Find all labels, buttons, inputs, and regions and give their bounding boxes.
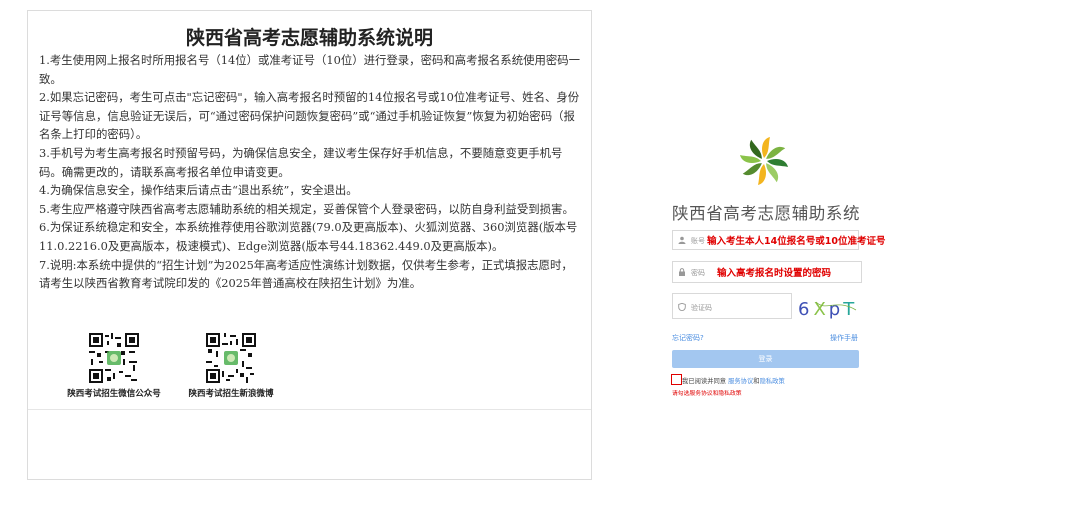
agree-warning: 请勾选服务协议和隐私政策 xyxy=(672,391,742,397)
manual-link[interactable]: 操作手册 xyxy=(830,333,858,343)
forgot-password-link[interactable]: 忘记密码? xyxy=(672,333,704,343)
captcha-char-1: 6 xyxy=(798,299,811,320)
notice-item-6: 6.为保证系统稳定和安全，本系统推荐使用谷歌浏览器(79.0及更高版本)、火狐浏… xyxy=(39,220,578,253)
login-button[interactable]: 登录 xyxy=(672,350,859,368)
qr-weibo-caption: 陕西考试招生新浪微博 xyxy=(188,389,274,399)
logo-pinwheel-icon xyxy=(738,135,790,187)
captcha-char-3: p xyxy=(829,299,842,320)
password-placeholder: 密码 xyxy=(691,269,705,277)
lock-icon xyxy=(678,268,686,276)
captcha-field[interactable]: 验证码 xyxy=(672,293,792,319)
password-annotation: 输入高考报名时设置的密码 xyxy=(717,268,832,279)
agree-line: 我已阅读并同意 服务协议和隐私政策 xyxy=(682,376,785,385)
qr-code-icon xyxy=(89,333,139,383)
notice-panel: 陕西省高考志愿辅助系统说明 1.考生使用网上报名时所用报名号（14位）或准考证号… xyxy=(27,10,592,480)
agree-text: 我已阅读并同意 xyxy=(682,378,727,385)
notice-item-3: 3.手机号为考生高考报名时预留号码，为确保信息安全，建议考生保存好手机信息，不要… xyxy=(39,145,563,179)
qr-code-icon xyxy=(206,333,256,383)
notice-item-7: 7.说明:本系统中提供的“招生计划”为2025年高考适应性演练计划数据，仅供考生… xyxy=(39,257,573,291)
system-title: 陕西省高考志愿辅助系统 xyxy=(672,204,861,223)
notice-item-1: 1.考生使用网上报名时所用报名号（14位）或准考证号（10位）进行登录，密码和高… xyxy=(39,53,581,86)
notice-body: 1.考生使用网上报名时所用报名号（14位）或准考证号（10位）进行登录，密码和高… xyxy=(39,51,584,293)
shield-icon xyxy=(678,302,686,312)
captcha-placeholder: 验证码 xyxy=(691,304,712,312)
account-annotation: 输入考生本人14位报名号或10位准考证号 xyxy=(707,236,886,247)
captcha-char-2: X xyxy=(813,299,827,320)
qr-wechat-caption: 陕西考试招生微信公众号 xyxy=(67,389,161,399)
notice-item-4: 4.为确保信息安全，操作结束后请点击“退出系统”，安全退出。 xyxy=(39,183,358,198)
notice-content: 陕西省高考志愿辅助系统说明 1.考生使用网上报名时所用报名号（14位）或准考证号… xyxy=(28,11,591,410)
captcha-char-4: T xyxy=(842,299,856,320)
notice-item-5: 5.考生应严格遵守陕西省高考志愿辅助系统的相关规定，妥善保管个人登录密码，以防自… xyxy=(39,201,574,216)
captcha-text: 6 XpT xyxy=(798,299,856,320)
account-placeholder: 账号 xyxy=(691,237,705,245)
agree-checkbox[interactable] xyxy=(671,374,682,385)
notice-title: 陕西省高考志愿辅助系统说明 xyxy=(185,27,433,49)
qr-wechat: 陕西考试招生微信公众号 xyxy=(59,333,169,399)
notice-item-2: 2.如果忘记密码，考生可点击"忘记密码"，输入高考报名时预留的14位报名号或10… xyxy=(39,90,580,142)
user-icon xyxy=(678,236,686,244)
service-agreement-link[interactable]: 服务协议 xyxy=(728,378,753,385)
login-panel: 陕西省高考志愿辅助系统 账号 输入考生本人14位报名号或10位准考证号 密码 输… xyxy=(660,130,885,400)
privacy-policy-link[interactable]: 隐私政策 xyxy=(760,378,785,385)
captcha-image[interactable]: 6 XpT xyxy=(796,296,860,320)
qr-weibo: 陕西考试招生新浪微博 xyxy=(176,333,286,399)
